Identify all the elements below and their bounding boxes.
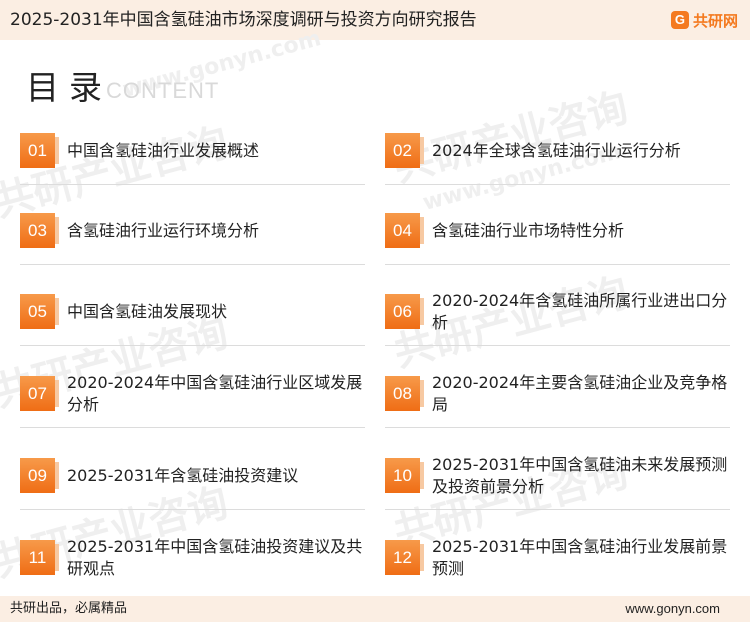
toc-item-label: 中国含氢硅油发展现状 [67,302,228,321]
toc-item-07[interactable]: 07 2020-2024年中国含氢硅油行业区域发展分析 [20,361,365,429]
brand-name: 共研网 [692,11,738,30]
toc-subtitle: CONTENT [106,78,220,103]
toc-item-number: 09 [20,458,59,493]
divider [385,184,730,185]
divider [20,345,365,346]
toc-item-label: 中国含氢硅油行业发展概述 [67,141,260,160]
divider [20,184,365,185]
divider [385,264,730,265]
toc-item-number: 01 [20,133,59,168]
toc-item-11[interactable]: 11 2025-2031年中国含氢硅油投资建议及共研观点 [20,525,365,593]
toc-item-04[interactable]: 04 含氢硅油行业市场特性分析 [385,198,730,266]
toc-item-number: 10 [385,458,424,493]
toc-item-label: 2025-2031年含氢硅油投资建议 [67,466,299,485]
header-bar: 2025-2031年中国含氢硅油市场深度调研与投资方向研究报告 G 共研网 [0,0,750,40]
divider [385,345,730,346]
toc-item-number: 03 [20,213,59,248]
toc-item-08[interactable]: 08 2020-2024年主要含氢硅油企业及竞争格局 [385,361,730,429]
toc-item-number: 11 [20,540,59,575]
brand-logo[interactable]: G 共研网 [670,9,738,31]
divider [385,427,730,428]
toc-item-label: 2020-2024年含氢硅油所属行业进出口分析 [432,291,728,332]
divider [20,264,365,265]
toc-item-number: 07 [20,376,59,411]
toc-item-label: 2025-2031年中国含氢硅油未来发展预测及投资前景分析 [432,455,728,496]
footer-slogan: 共研出品，必属精品 [10,601,128,616]
divider [20,427,365,428]
toc-item-03[interactable]: 03 含氢硅油行业运行环境分析 [20,198,365,266]
toc-item-number: 02 [385,133,424,168]
toc-item-number: 04 [385,213,424,248]
toc-item-10[interactable]: 10 2025-2031年中国含氢硅油未来发展预测及投资前景分析 [385,443,730,511]
toc-item-number: 12 [385,540,424,575]
divider [20,509,365,510]
footer-url-link[interactable]: www.gonyn.com [625,596,720,622]
report-title: 2025-2031年中国含氢硅油市场深度调研与投资方向研究报告 [10,10,477,30]
toc-item-05[interactable]: 05 中国含氢硅油发展现状 [20,279,365,347]
toc-item-label: 2020-2024年主要含氢硅油企业及竞争格局 [432,373,728,414]
toc-item-12[interactable]: 12 2025-2031年中国含氢硅油行业发展前景预测 [385,525,730,593]
toc-item-label: 2020-2024年中国含氢硅油行业区域发展分析 [67,373,363,414]
footer-bar: 共研出品，必属精品 www.gonyn.com [0,596,750,622]
brand-logo-icon: G [670,11,689,29]
divider [385,509,730,510]
toc-item-06[interactable]: 06 2020-2024年含氢硅油所属行业进出口分析 [385,279,730,347]
toc-item-09[interactable]: 09 2025-2031年含氢硅油投资建议 [20,443,365,511]
toc-item-label: 含氢硅油行业市场特性分析 [432,221,625,240]
toc-item-label: 2024年全球含氢硅油行业运行分析 [432,141,681,160]
toc-item-label: 含氢硅油行业运行环境分析 [67,221,260,240]
toc-item-number: 05 [20,294,59,329]
toc-item-02[interactable]: 02 2024年全球含氢硅油行业运行分析 [385,118,730,186]
toc-item-label: 2025-2031年中国含氢硅油行业发展前景预测 [432,537,728,578]
toc-item-01[interactable]: 01 中国含氢硅油行业发展概述 [20,118,365,186]
toc-item-number: 08 [385,376,424,411]
toc-title: 目录 [26,68,112,107]
toc-item-label: 2025-2031年中国含氢硅油投资建议及共研观点 [67,537,363,578]
toc-item-number: 06 [385,294,424,329]
